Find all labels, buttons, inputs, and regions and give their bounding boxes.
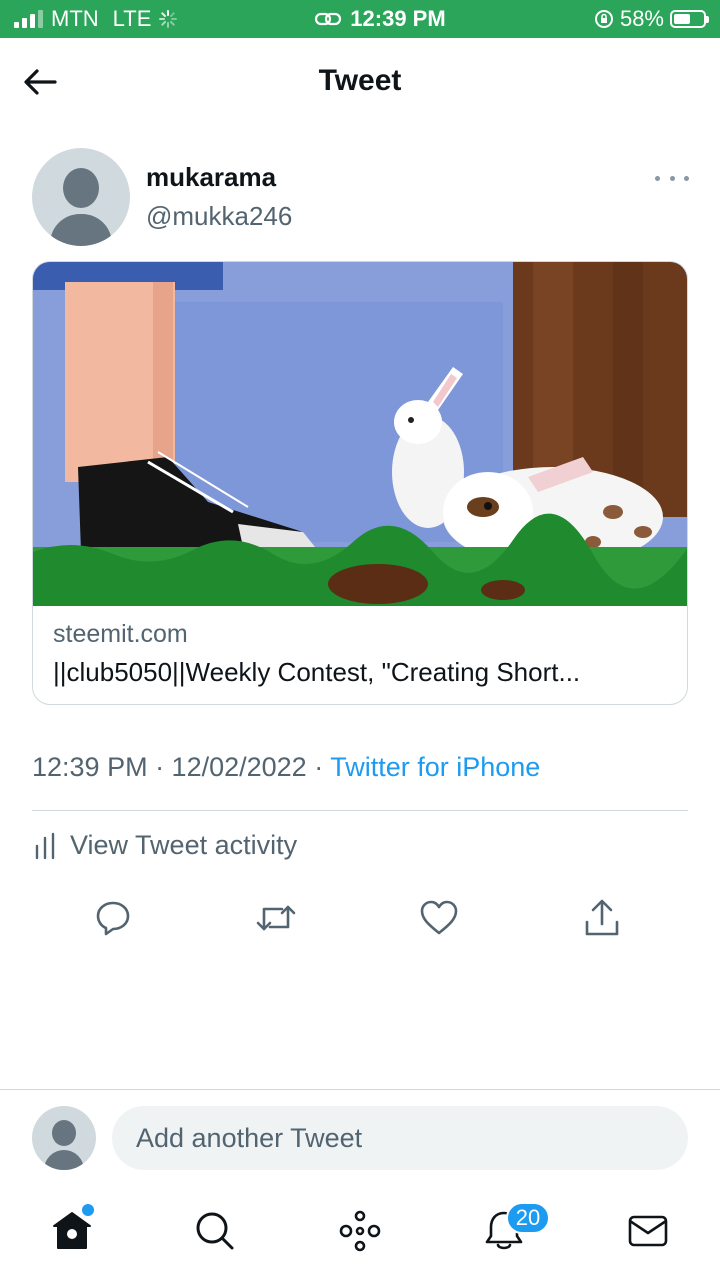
tab-bar — [0, 1196, 720, 1266]
notifications-badge: 20 — [506, 1202, 550, 1234]
status-right: 58% — [536, 6, 709, 32]
tweet-author: mukarama @mukka246 — [32, 148, 292, 246]
tab-spaces[interactable] — [335, 1206, 385, 1256]
back-button[interactable] — [20, 62, 60, 102]
like-icon — [420, 900, 458, 935]
battery-fill — [674, 14, 691, 24]
reply-button[interactable] — [89, 894, 137, 942]
author-names: mukarama @mukka246 — [146, 162, 292, 232]
spaces-icon — [339, 1210, 381, 1252]
clock: 12:39 PM — [350, 6, 446, 31]
tweet-timestamp: 12:39 PM · 12/02/2022 · — [32, 752, 331, 782]
network-label: LTE — [112, 6, 152, 31]
link-icon — [315, 12, 342, 26]
retweet-icon — [256, 905, 296, 931]
search-icon — [196, 1212, 234, 1250]
avatar[interactable] — [32, 148, 130, 246]
status-left: MTN LTE — [14, 6, 254, 32]
view-activity-button[interactable]: View Tweet activity — [34, 830, 297, 861]
tweet-source-link[interactable]: Twitter for iPhone — [330, 752, 540, 782]
loading-icon — [159, 10, 178, 28]
divider — [32, 810, 688, 811]
more-icon — [655, 175, 660, 181]
battery-icon — [670, 10, 709, 28]
stats-icon — [35, 832, 55, 859]
card-domain: steemit.com — [53, 620, 188, 648]
tweet-meta: 12:39 PM · 12/02/2022 · Twitter for iPho… — [32, 752, 540, 783]
messages-icon — [628, 1215, 668, 1247]
status-bar: MTN LTE 12:39 PM 58% — [0, 0, 720, 38]
more-button[interactable] — [655, 166, 689, 190]
share-icon — [585, 899, 619, 936]
back-arrow-icon — [24, 69, 57, 95]
status-center: 12:39 PM — [224, 6, 536, 32]
card-text: steemit.com ||club5050||Weekly Contest, … — [33, 606, 687, 688]
retweet-button[interactable] — [252, 894, 300, 942]
signal-icon — [14, 10, 43, 28]
carrier-label: MTN — [51, 6, 99, 31]
tab-messages[interactable] — [623, 1206, 673, 1256]
link-card[interactable]: steemit.com ||club5050||Weekly Contest, … — [32, 261, 688, 705]
tweet-actions — [0, 890, 720, 946]
card-image — [33, 262, 687, 606]
divider — [0, 1089, 720, 1090]
home-icon — [53, 1212, 91, 1249]
handle[interactable]: @mukka246 — [146, 201, 292, 232]
display-name[interactable]: mukarama — [146, 162, 292, 193]
card-title: ||club5050||Weekly Contest, "Creating Sh… — [53, 657, 581, 687]
reply-icon — [96, 901, 130, 936]
page-title: Tweet — [318, 64, 402, 97]
battery-percent: 58% — [619, 6, 664, 31]
add-tweet-input[interactable] — [112, 1106, 688, 1170]
home-unread-dot — [82, 1204, 94, 1216]
nav-bar: Tweet — [0, 38, 720, 124]
reply-avatar[interactable] — [32, 1106, 96, 1170]
share-button[interactable] — [578, 894, 626, 942]
orientation-lock-icon — [594, 10, 613, 28]
view-activity-label: View Tweet activity — [70, 830, 298, 860]
like-button[interactable] — [415, 894, 463, 942]
tab-search[interactable] — [190, 1206, 240, 1256]
